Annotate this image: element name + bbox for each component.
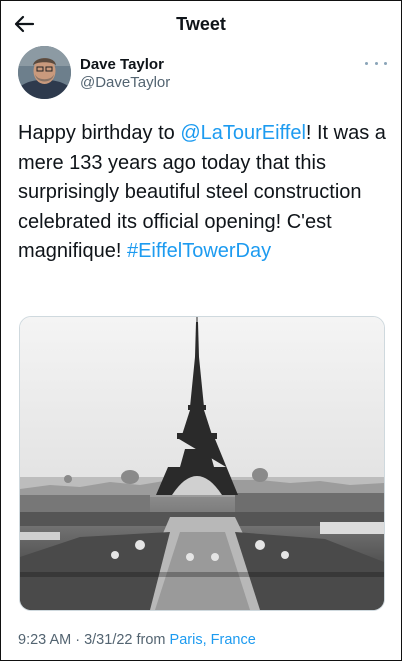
more-dot: [384, 61, 387, 65]
tweet-screen: Tweet Dave Taylor @DaveTaylor Happy birt…: [0, 0, 402, 661]
more-horizontal-icon: [365, 61, 368, 65]
top-bar: Tweet: [1, 1, 401, 47]
tweet-time[interactable]: 9:23 AM: [18, 632, 71, 648]
page-title: Tweet: [176, 14, 226, 34]
mention-link[interactable]: @LaTourEiffel: [180, 122, 306, 144]
author-handle[interactable]: @DaveTaylor: [80, 74, 170, 91]
more-dot: [374, 61, 378, 65]
eiffel-tower-photo: [20, 317, 384, 610]
from-label: from: [132, 632, 170, 648]
meta-separator: ·: [71, 632, 85, 648]
location-link[interactable]: Paris, France: [170, 632, 256, 648]
author-name[interactable]: Dave Taylor: [80, 56, 164, 73]
more-options-button[interactable]: [365, 55, 387, 71]
tweet-text: Happy birthday to @LaTourEiffel! It was …: [18, 119, 388, 267]
hashtag-link[interactable]: #EiffelTowerDay: [127, 240, 271, 262]
avatar-photo: [18, 46, 71, 99]
tweet-photo[interactable]: [19, 316, 385, 611]
tweet-text-part: Happy birthday to: [18, 122, 181, 144]
tweet-date[interactable]: 3/31/22: [84, 632, 132, 648]
avatar[interactable]: [18, 46, 71, 99]
tweet-metadata: 9:23 AM · 3/31/22 from Paris, France: [18, 632, 256, 648]
